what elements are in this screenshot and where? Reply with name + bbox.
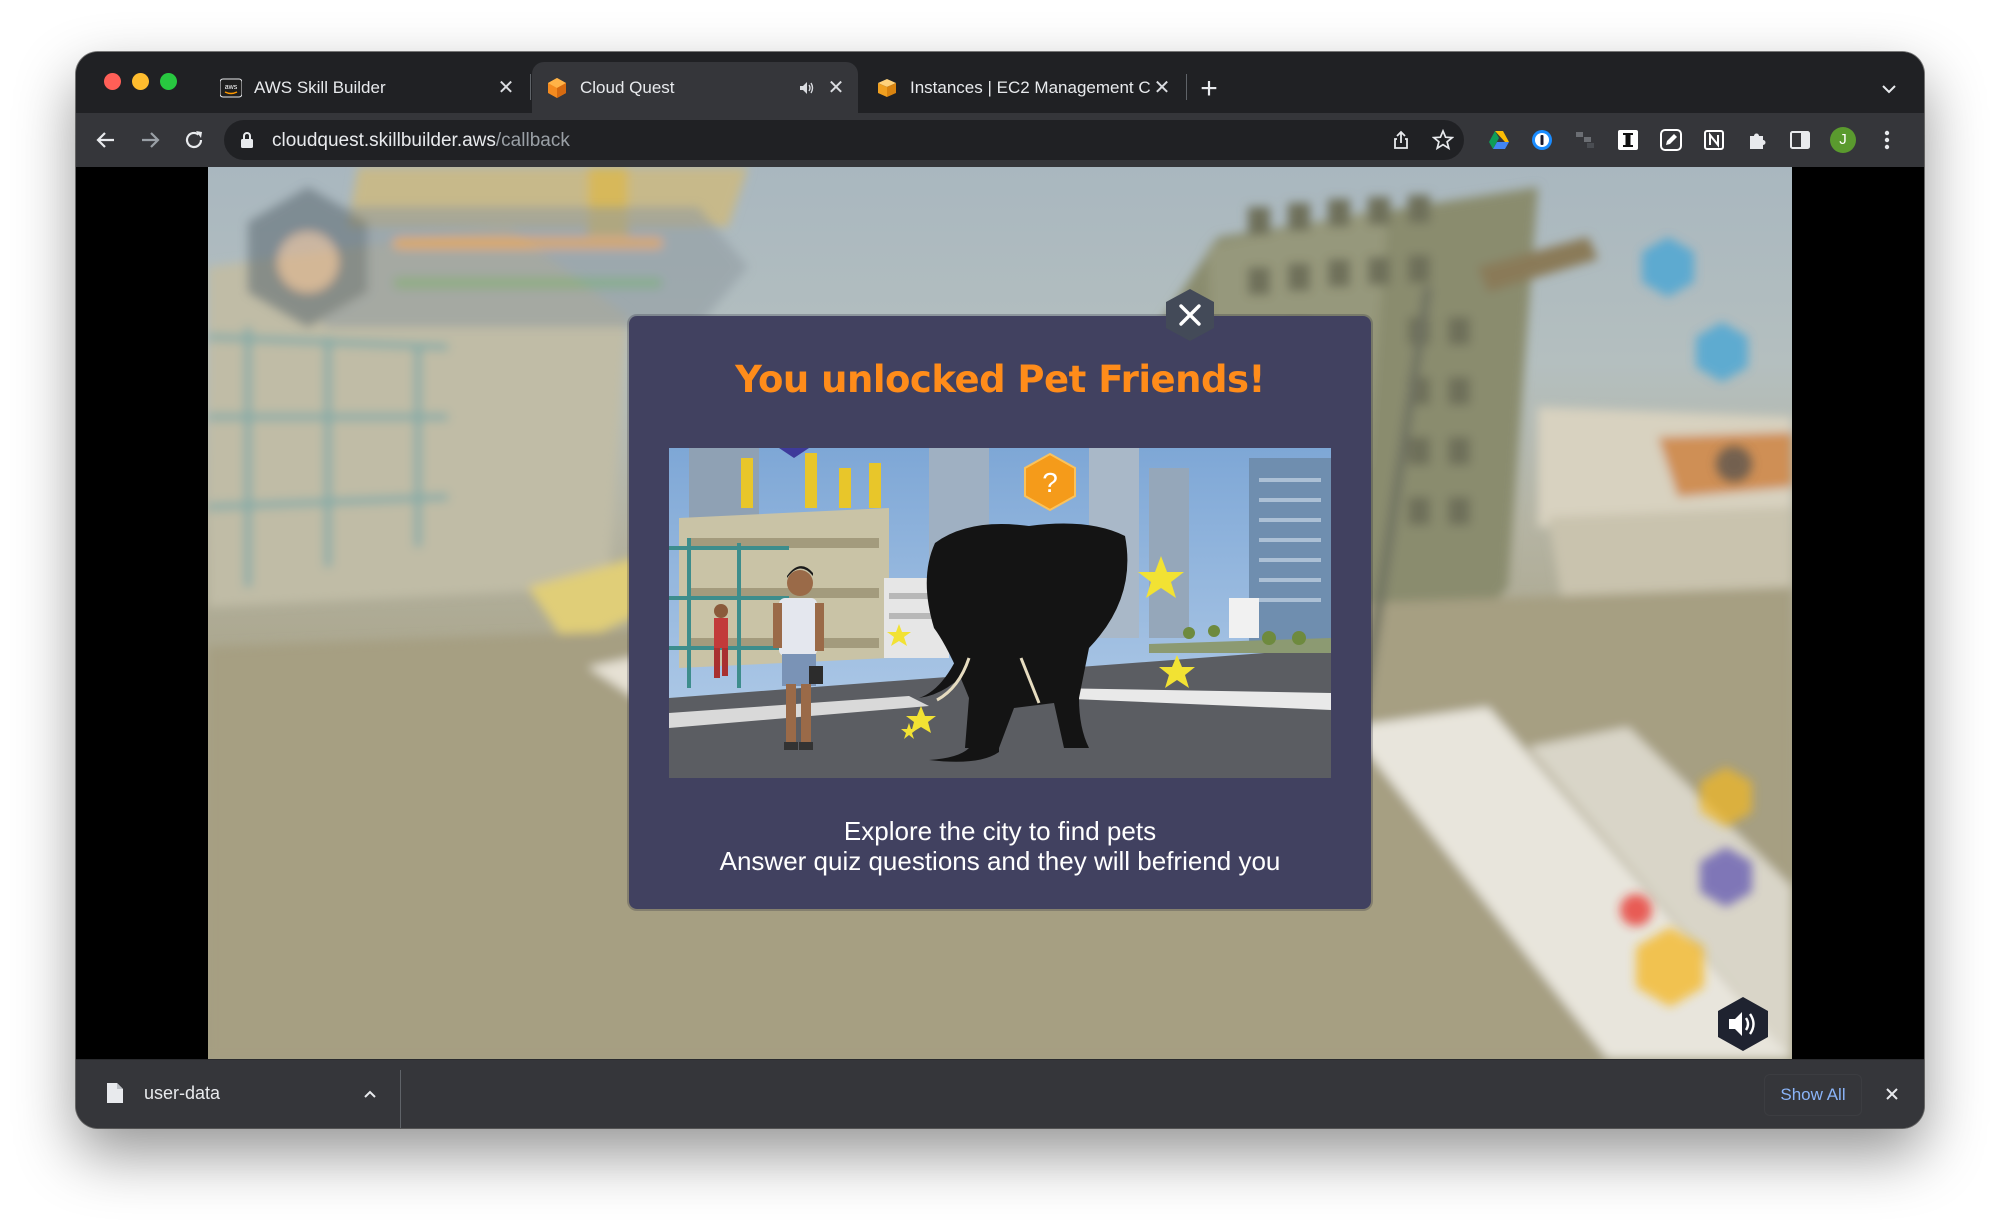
window-minimize-button[interactable] bbox=[132, 73, 149, 90]
tab-title: Cloud Quest bbox=[580, 77, 675, 97]
profile-avatar[interactable]: J bbox=[1828, 125, 1858, 155]
tab-cloud-quest[interactable]: Cloud Quest ✕ bbox=[532, 62, 858, 113]
tab-strip: aws AWS Skill Builder ✕ Cloud Quest ✕ In… bbox=[76, 52, 1924, 113]
tab-title: Instances | EC2 Management C bbox=[910, 77, 1150, 97]
close-icon bbox=[1166, 289, 1214, 341]
tab-ec2-instances[interactable]: Instances | EC2 Management C ✕ bbox=[862, 62, 1184, 113]
aws-box-icon bbox=[876, 77, 898, 99]
modal-line-2: Answer quiz questions and they will befr… bbox=[719, 846, 1281, 876]
cloud-quest-cube-icon bbox=[546, 77, 568, 99]
pet-friends-modal: You unlocked Pet Friends! ? Explore the … bbox=[629, 316, 1371, 909]
window-close-button[interactable] bbox=[104, 73, 121, 90]
bookmark-star-icon[interactable] bbox=[1430, 127, 1456, 153]
address-bar[interactable]: cloudquest.skillbuilder.aws/callback bbox=[224, 120, 1464, 160]
browser-window: aws AWS Skill Builder ✕ Cloud Quest ✕ In… bbox=[76, 52, 1924, 1128]
download-shelf: user-data Show All bbox=[76, 1059, 1924, 1128]
kebab-menu-icon[interactable] bbox=[1872, 125, 1902, 155]
aws-logo-icon: aws bbox=[220, 77, 242, 99]
pet-friends-illustration: ? bbox=[669, 448, 1331, 778]
browser-toolbar: cloudquest.skillbuilder.aws/callback J bbox=[76, 113, 1924, 167]
svg-text:aws: aws bbox=[225, 84, 238, 91]
speaker-icon[interactable] bbox=[796, 77, 818, 99]
url-path: /callback bbox=[495, 130, 570, 151]
modal-title: You unlocked Pet Friends! bbox=[735, 358, 1265, 401]
side-panel-icon[interactable] bbox=[1785, 125, 1815, 155]
back-button[interactable] bbox=[90, 124, 122, 156]
speaker-icon bbox=[1718, 997, 1768, 1051]
question-mark: ? bbox=[1042, 467, 1058, 498]
file-icon bbox=[106, 1082, 124, 1109]
share-icon[interactable] bbox=[1388, 127, 1414, 153]
arrow-right-icon bbox=[142, 132, 160, 148]
forward-button[interactable] bbox=[134, 124, 166, 156]
url-domain: cloudquest.skillbuilder.aws bbox=[272, 130, 496, 151]
game-viewport[interactable]: You unlocked Pet Friends! ? Explore the … bbox=[208, 167, 1792, 1059]
new-tab-button[interactable]: + bbox=[1192, 72, 1226, 106]
google-drive-icon[interactable] bbox=[1484, 125, 1514, 155]
tab-close-icon[interactable]: ✕ bbox=[824, 76, 848, 100]
modal-line-1: Explore the city to find pets bbox=[843, 816, 1157, 846]
download-separator bbox=[400, 1070, 401, 1128]
instapaper-icon[interactable] bbox=[1613, 125, 1643, 155]
extension-grid-icon[interactable] bbox=[1570, 125, 1600, 155]
arrow-left-icon bbox=[96, 132, 114, 148]
page-content: You unlocked Pet Friends! ? Explore the … bbox=[76, 167, 1924, 1059]
puzzle-extensions-icon[interactable] bbox=[1742, 125, 1772, 155]
lock-icon[interactable] bbox=[240, 131, 254, 154]
edit-extension-icon[interactable] bbox=[1656, 125, 1686, 155]
game-volume-button[interactable] bbox=[1714, 995, 1772, 1053]
tab-separator bbox=[1186, 74, 1187, 100]
modal-close-button[interactable] bbox=[1162, 287, 1218, 343]
profile-initial: J bbox=[1839, 131, 1847, 148]
tab-title: AWS Skill Builder bbox=[254, 77, 386, 97]
tab-close-icon[interactable]: ✕ bbox=[1150, 76, 1174, 100]
tab-aws-skill-builder[interactable]: aws AWS Skill Builder ✕ bbox=[206, 62, 528, 113]
reload-button[interactable] bbox=[178, 124, 210, 156]
url-text[interactable]: cloudquest.skillbuilder.aws/callback bbox=[272, 130, 570, 152]
show-all-downloads-button[interactable]: Show All bbox=[1764, 1074, 1862, 1116]
notion-icon[interactable] bbox=[1699, 125, 1729, 155]
tab-separator bbox=[530, 74, 531, 100]
reload-icon bbox=[185, 131, 203, 149]
chevron-up-icon[interactable] bbox=[358, 1082, 382, 1106]
close-download-bar-icon[interactable] bbox=[1880, 1082, 1904, 1106]
tab-search-chevron-icon[interactable] bbox=[1876, 76, 1902, 102]
window-maximize-button[interactable] bbox=[160, 73, 177, 90]
download-file-name[interactable]: user-data bbox=[144, 1083, 220, 1104]
tab-close-icon[interactable]: ✕ bbox=[494, 76, 518, 100]
password-manager-icon[interactable] bbox=[1527, 125, 1557, 155]
